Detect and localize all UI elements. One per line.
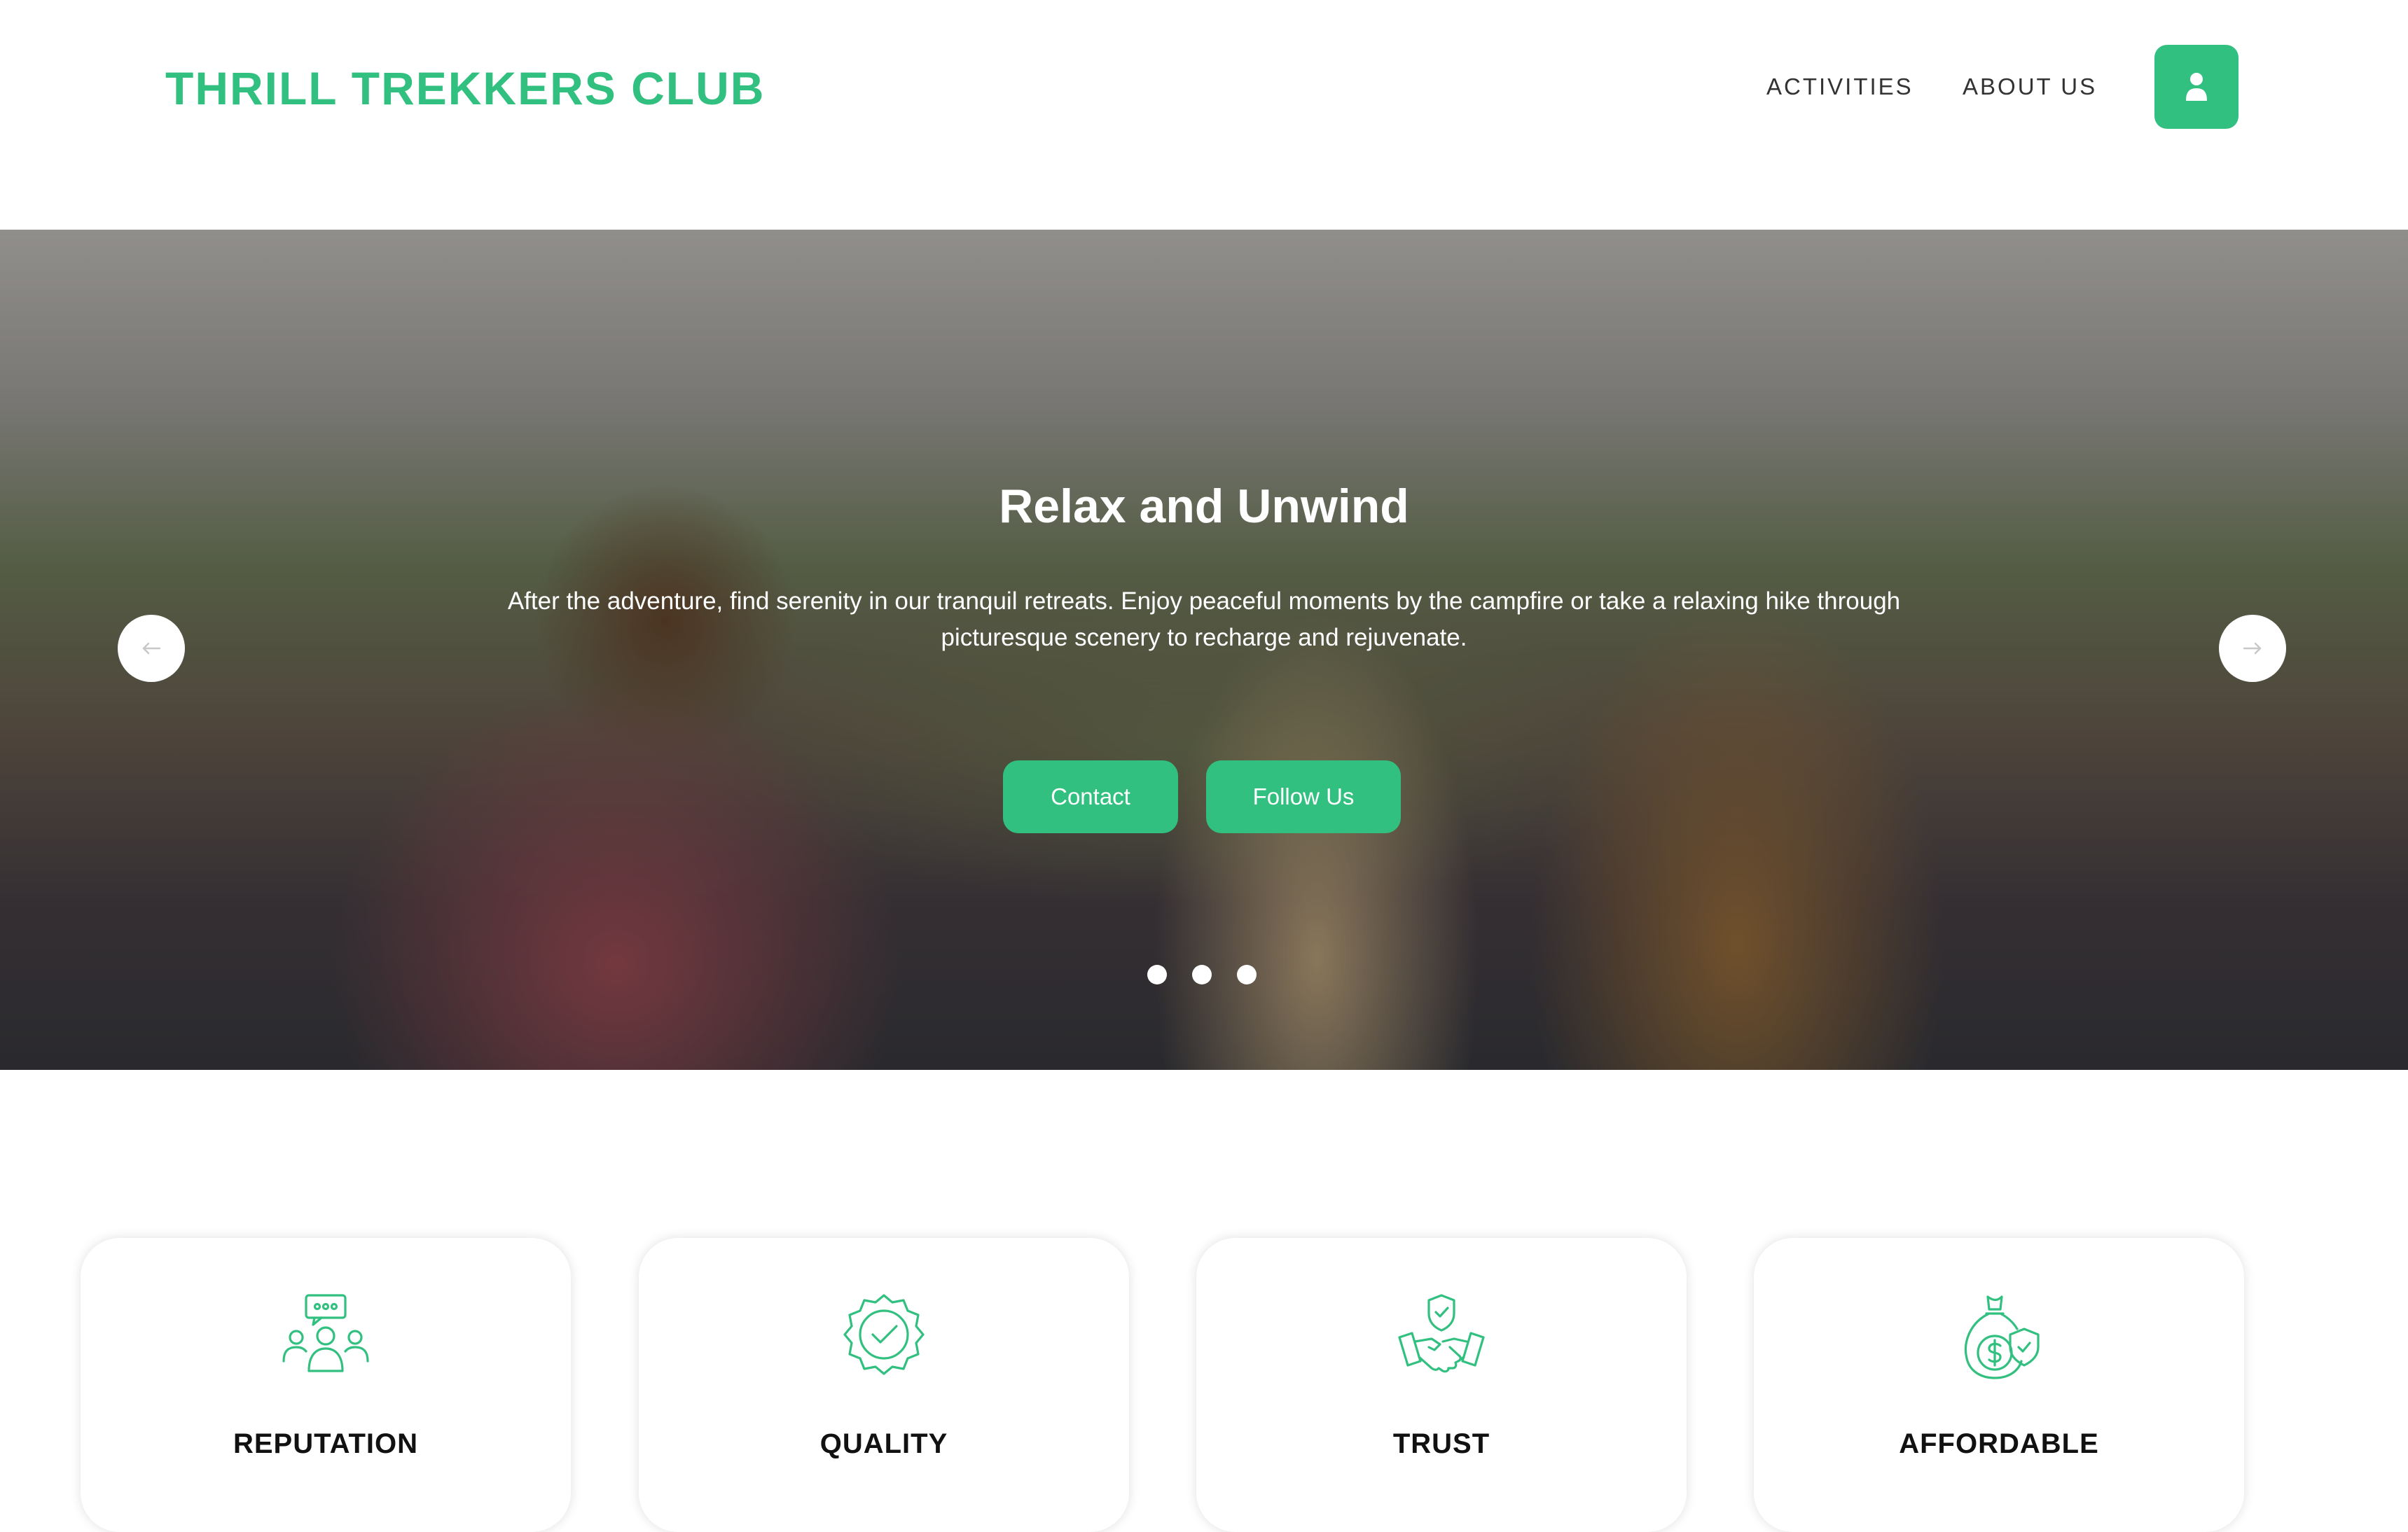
brand-logo[interactable]: THRILL TREKKERS CLUB — [165, 63, 765, 113]
hero-carousel: Relax and Unwind After the adventure, fi… — [0, 230, 2408, 1070]
carousel-next-button[interactable] — [2219, 615, 2286, 682]
feature-title: QUALITY — [819, 1428, 948, 1459]
carousel-dot[interactable] — [1147, 965, 1167, 984]
hero-description: After the adventure, find serenity in ou… — [507, 587, 1901, 651]
carousel-indicators — [1147, 965, 1257, 984]
hero-title: Relax and Unwind — [999, 480, 1409, 533]
hero-slide: Relax and Unwind After the adventure, fi… — [0, 230, 2408, 1070]
community-chat-icon — [282, 1294, 369, 1372]
feature-title: REPUTATION — [233, 1428, 419, 1459]
nav-activities[interactable]: ACTIVITIES — [1766, 73, 1914, 101]
nav-about-us[interactable]: ABOUT US — [1963, 73, 2097, 101]
site-header: THRILL TREKKERS CLUB ACTIVITIES ABOUT US — [0, 0, 2408, 230]
carousel-dot[interactable] — [1192, 965, 1212, 984]
feature-title: AFFORDABLE — [1899, 1428, 2099, 1459]
contact-button[interactable]: Contact — [1003, 760, 1178, 833]
feature-card-affordable: AFFORDABLE — [1754, 1238, 2244, 1532]
money-bag-shield-icon — [1964, 1295, 2040, 1379]
carousel-dot[interactable] — [1237, 965, 1257, 984]
account-button[interactable] — [2154, 45, 2239, 129]
quality-badge-icon — [843, 1294, 925, 1375]
user-icon — [2186, 73, 2207, 101]
arrow-left-icon — [142, 642, 161, 655]
feature-card-reputation: REPUTATION — [81, 1238, 571, 1532]
handshake-shield-icon — [1398, 1294, 1485, 1373]
arrow-right-icon — [2243, 642, 2262, 655]
follow-us-button[interactable]: Follow Us — [1206, 760, 1401, 833]
feature-card-quality: QUALITY — [639, 1238, 1129, 1532]
feature-title: TRUST — [1392, 1428, 1490, 1459]
feature-card-trust: TRUST — [1196, 1238, 1687, 1532]
carousel-prev-button[interactable] — [118, 615, 185, 682]
